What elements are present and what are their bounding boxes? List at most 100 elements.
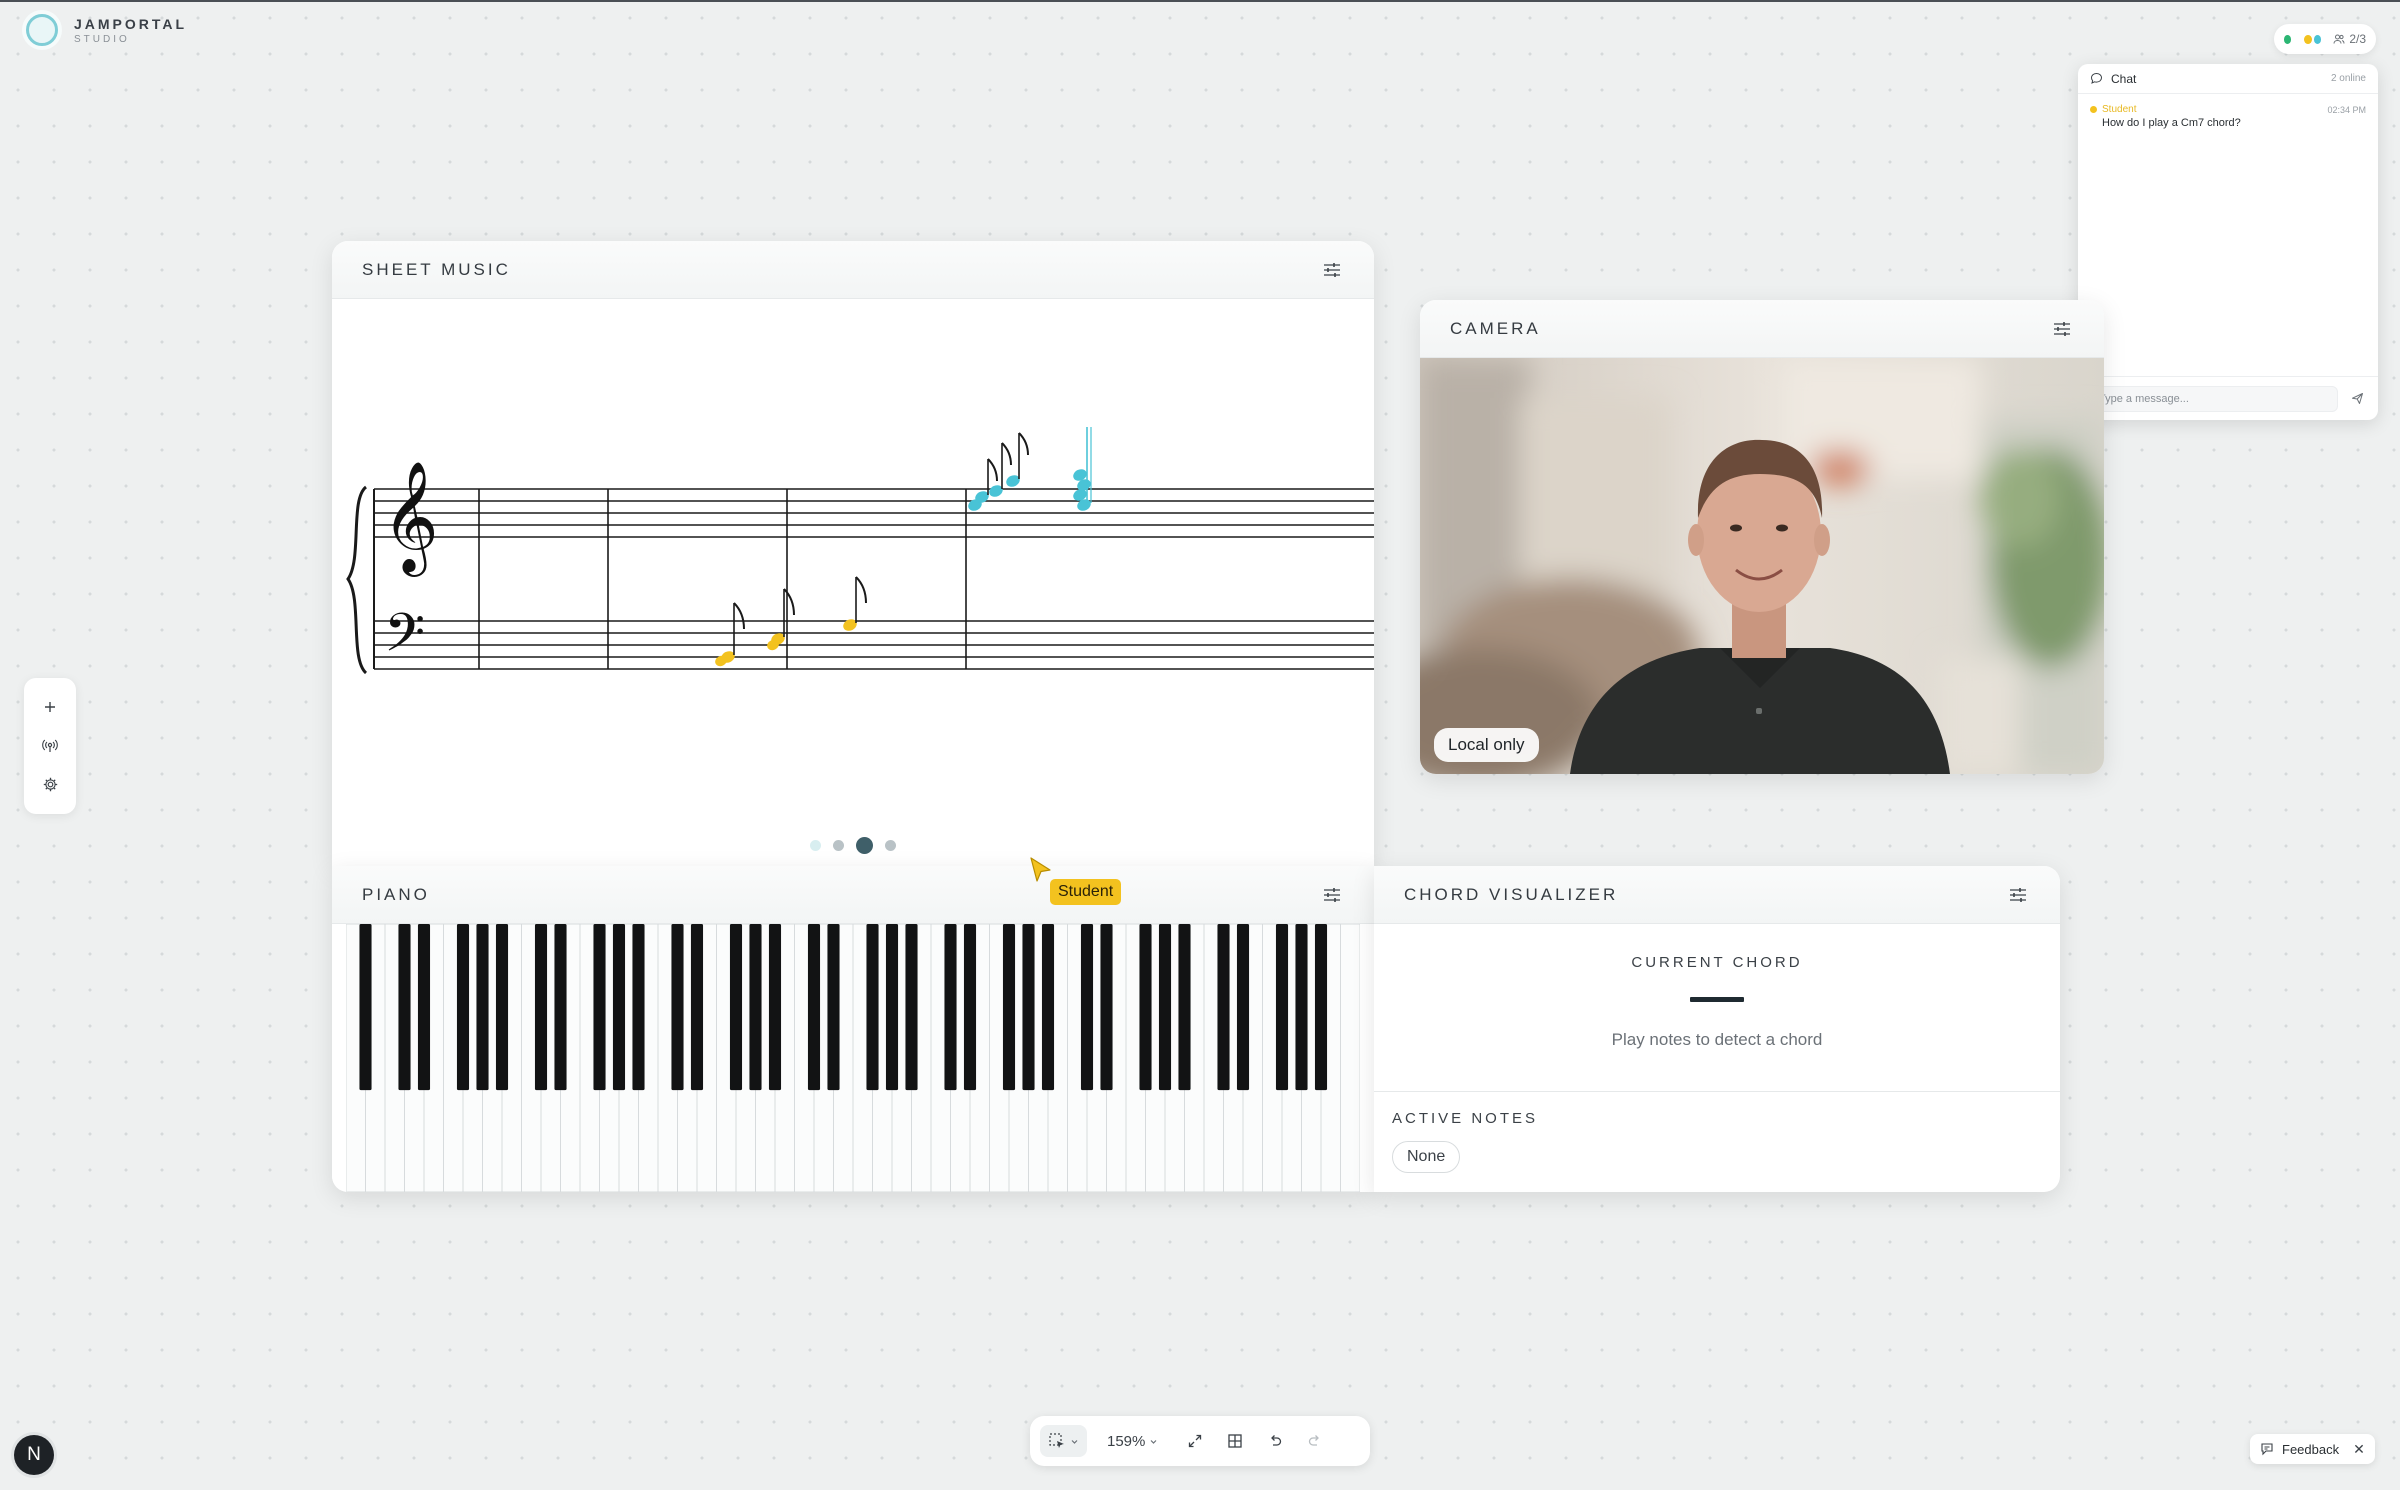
piano-black-key[interactable]: [1158, 924, 1172, 1091]
feedback-button[interactable]: Feedback ✕: [2250, 1434, 2375, 1464]
piano-title: PIANO: [362, 884, 430, 904]
piano-black-key[interactable]: [905, 924, 918, 1091]
piano-black-key[interactable]: [768, 924, 782, 1091]
active-notes-value: None: [1392, 1141, 1461, 1173]
expand-icon: [1189, 1434, 1202, 1448]
broadcast-button[interactable]: [36, 732, 64, 760]
piano-black-key[interactable]: [1022, 924, 1035, 1091]
participant-count: 2/3: [2333, 32, 2366, 46]
current-chord-label: CURRENT CHORD: [1631, 954, 1803, 971]
piano-black-key[interactable]: [1139, 924, 1152, 1091]
settings-button[interactable]: [36, 771, 64, 799]
piano-black-key[interactable]: [944, 924, 957, 1091]
piano-header: PIANO: [332, 866, 1374, 924]
page-dot-1[interactable]: [810, 840, 821, 851]
page-indicator: [332, 837, 1374, 854]
close-icon[interactable]: ✕: [2353, 1441, 2365, 1458]
piano-black-key[interactable]: [963, 924, 977, 1091]
note: [843, 576, 867, 631]
piano-black-key[interactable]: [1080, 924, 1094, 1091]
piano-black-key[interactable]: [729, 924, 743, 1091]
grid-toggle-button[interactable]: [1218, 1425, 1252, 1457]
sheet-music-header: SHEET MUSIC: [332, 241, 1374, 299]
piano-black-key[interactable]: [554, 924, 567, 1091]
brand-subtitle: STUDIO: [74, 33, 130, 45]
participant-count-text: 2/3: [2349, 32, 2367, 46]
camera-video: Local only: [1420, 358, 2104, 774]
piano-settings-button[interactable]: [1320, 883, 1344, 907]
active-notes-section: ACTIVE NOTES None: [1374, 1092, 2060, 1191]
undo-button[interactable]: [1258, 1425, 1292, 1457]
piano-black-key[interactable]: [885, 924, 899, 1091]
piano-black-key[interactable]: [359, 924, 372, 1091]
camera-settings-button[interactable]: [2050, 317, 2074, 341]
piano-black-key[interactable]: [632, 924, 645, 1091]
piano-black-key[interactable]: [1041, 924, 1055, 1091]
page-dot-4[interactable]: [885, 840, 896, 851]
presence-indicator[interactable]: 2/3: [2274, 24, 2376, 54]
users-icon: [2333, 34, 2345, 44]
sheet-music-settings-button[interactable]: [1320, 258, 1344, 282]
piano-black-key[interactable]: [1236, 924, 1250, 1091]
redo-icon: [1309, 1435, 1320, 1446]
camera-panel: CAMERA Local only: [1420, 300, 2104, 774]
redo-button[interactable]: [1298, 1425, 1332, 1457]
piano-black-key[interactable]: [1275, 924, 1289, 1091]
piano-black-key[interactable]: [495, 924, 509, 1091]
piano-keys[interactable]: [345, 923, 1361, 1192]
piano-black-key[interactable]: [417, 924, 431, 1091]
chord-visualizer-settings-button[interactable]: [2006, 883, 2030, 907]
current-chord-section: CURRENT CHORD Play notes to detect a cho…: [1374, 924, 2060, 1092]
sheet-music-canvas[interactable]: 𝄞 𝄢: [332, 299, 1374, 866]
piano-black-key[interactable]: [1178, 924, 1191, 1091]
piano-black-key[interactable]: [476, 924, 489, 1091]
note: [989, 442, 1012, 497]
piano-black-key[interactable]: [456, 924, 470, 1091]
piano-black-key[interactable]: [593, 924, 606, 1091]
piano-black-key[interactable]: [1217, 924, 1230, 1091]
video-frame: [1420, 358, 2104, 774]
piano-black-key[interactable]: [807, 924, 821, 1091]
note: [715, 602, 745, 667]
send-icon: [2351, 393, 2363, 404]
select-tool-button[interactable]: [1040, 1425, 1087, 1457]
bass-clef: 𝄢: [384, 603, 425, 677]
piano-white-key[interactable]: [1340, 923, 1361, 1192]
broadcast-icon: [42, 739, 58, 752]
sliders-icon: [2054, 321, 2070, 336]
piano-black-key[interactable]: [534, 924, 548, 1091]
chat-header: Chat 2 online: [2078, 64, 2378, 94]
piano-black-key[interactable]: [1100, 924, 1113, 1091]
page-dot-2[interactable]: [833, 840, 844, 851]
music-staff: 𝄞 𝄢: [346, 427, 1374, 677]
local-only-badge: Local only: [1434, 728, 1539, 762]
piano-black-key[interactable]: [612, 924, 626, 1091]
chat-online-count: 2 online: [2330, 73, 2366, 84]
presence-dot-student: [2304, 34, 2312, 44]
note: [968, 458, 998, 511]
avatar[interactable]: N: [14, 1435, 54, 1475]
chat-composer: [2078, 376, 2378, 420]
piano-black-key[interactable]: [671, 924, 684, 1091]
sliders-icon: [1324, 262, 1340, 277]
student-cursor-label: Student: [1050, 879, 1122, 905]
piano-black-key[interactable]: [1002, 924, 1016, 1091]
piano-black-key[interactable]: [398, 924, 411, 1091]
student-notes: [715, 576, 867, 667]
piano-black-key[interactable]: [1314, 924, 1328, 1091]
presence-dot-teacher: [2313, 34, 2322, 44]
piano-black-key[interactable]: [690, 924, 704, 1091]
add-widget-button[interactable]: [36, 693, 64, 721]
piano-black-key[interactable]: [827, 924, 840, 1091]
grid-icon: [1228, 1434, 1243, 1448]
piano-black-key[interactable]: [1295, 924, 1308, 1091]
zoom-dropdown[interactable]: 159%: [1093, 1433, 1172, 1450]
send-button[interactable]: [2346, 388, 2368, 410]
chat-message-input[interactable]: [2088, 385, 2338, 412]
current-chord-placeholder: [1690, 997, 1744, 1002]
fit-to-screen-button[interactable]: [1178, 1425, 1212, 1457]
piano-black-key[interactable]: [866, 924, 879, 1091]
page-dot-3-active[interactable]: [856, 837, 873, 854]
brand[interactable]: JAMPORTAL STUDIO: [26, 14, 187, 46]
piano-black-key[interactable]: [749, 924, 762, 1091]
